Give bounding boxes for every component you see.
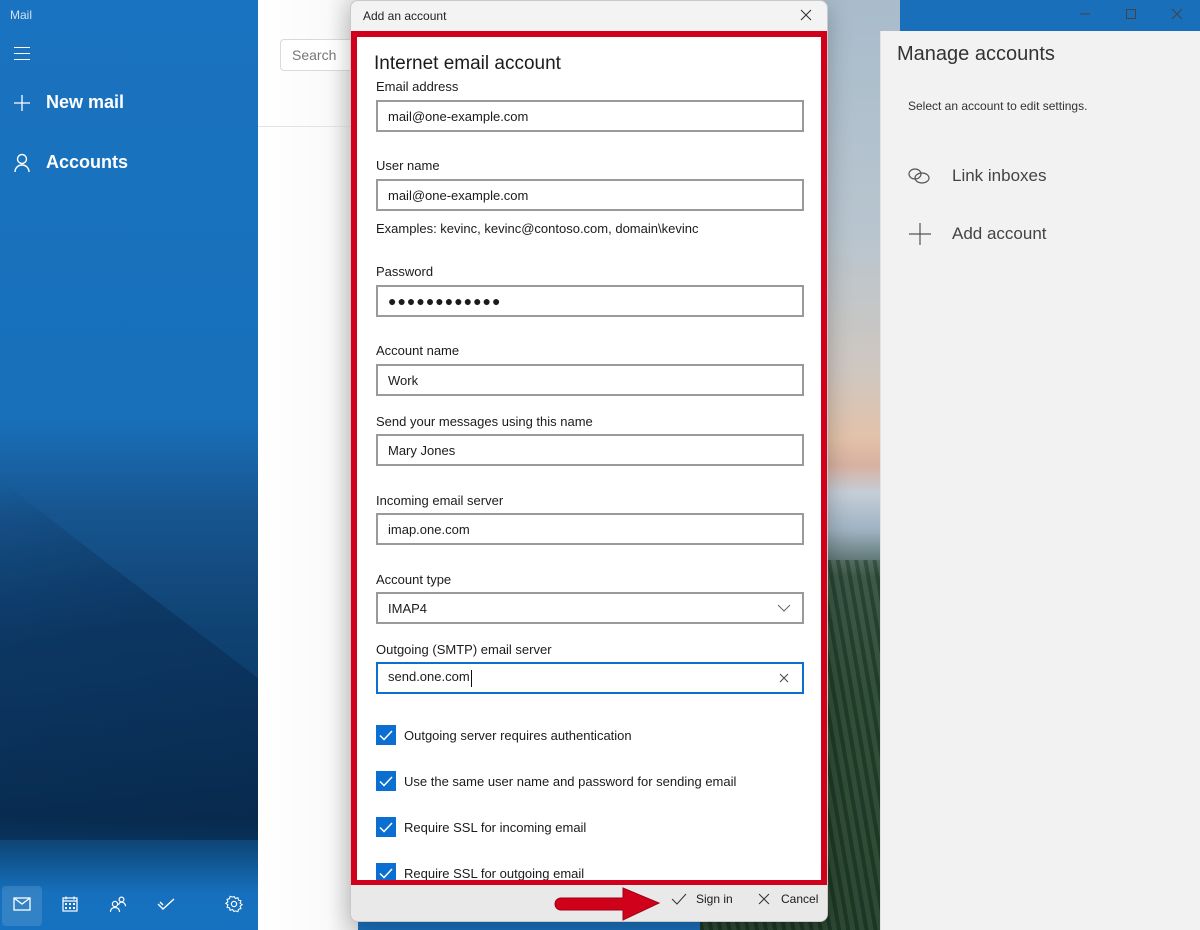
people-icon	[109, 895, 127, 917]
people-nav-button[interactable]	[98, 886, 138, 926]
calendar-nav-button[interactable]	[50, 886, 90, 926]
dialog-heading: Internet email account	[374, 53, 561, 74]
outgoing-server-field[interactable]: send.one.com	[376, 662, 804, 694]
window-close-button[interactable]	[1154, 0, 1200, 32]
username-value: mail@one-example.com	[388, 187, 529, 203]
username-hint: Examples: kevinc, kevinc@contoso.com, do…	[376, 221, 699, 236]
cancel-label: Cancel	[781, 892, 819, 906]
bottom-bar	[0, 886, 258, 926]
email-value: mail@one-example.com	[388, 108, 529, 124]
person-icon	[12, 153, 32, 173]
settings-nav-button[interactable]	[214, 886, 254, 926]
sign-in-label: Sign in	[696, 892, 733, 906]
sidebar: Mail New mail Accounts	[0, 0, 258, 930]
incoming-server-field[interactable]: imap.one.com	[376, 513, 804, 545]
password-value: ●●●●●●●●●●●●	[388, 293, 502, 309]
annotation-arrow-icon	[554, 887, 661, 921]
dialog-close-button[interactable]	[795, 7, 817, 27]
username-field[interactable]: mail@one-example.com	[376, 179, 804, 211]
outgoing-server-label: Outgoing (SMTP) email server	[376, 642, 552, 657]
minimize-icon	[1079, 7, 1091, 25]
accounts-button[interactable]: Accounts	[12, 152, 128, 173]
checkbox-checked-icon	[376, 771, 396, 791]
maximize-button[interactable]	[1108, 0, 1154, 32]
account-type-value: IMAP4	[388, 600, 428, 616]
add-account-label: Add account	[952, 224, 1047, 243]
account-name-value: Work	[388, 372, 419, 388]
sign-in-button[interactable]: Sign in	[671, 891, 733, 907]
hamburger-icon[interactable]	[14, 47, 30, 61]
mail-icon	[13, 896, 31, 916]
checkbox-ssl-incoming[interactable]: Require SSL for incoming email	[376, 817, 586, 837]
incoming-server-label: Incoming email server	[376, 493, 504, 508]
clear-field-icon[interactable]	[776, 670, 792, 686]
link-inboxes-label: Link inboxes	[952, 166, 1047, 185]
add-account-dialog: Add an account Internet email account Em…	[350, 0, 828, 922]
account-type-label: Account type	[376, 572, 452, 587]
calendar-icon	[62, 896, 78, 917]
account-name-label: Account name	[376, 343, 460, 358]
dialog-content: Internet email account Email address mai…	[351, 31, 827, 886]
close-icon	[800, 8, 812, 26]
checkbox-label: Outgoing server requires authentication	[404, 727, 632, 743]
manage-accounts-title: Manage accounts	[897, 43, 1055, 65]
plus-icon	[12, 93, 32, 113]
gear-icon	[224, 895, 244, 918]
link-icon	[907, 164, 933, 188]
mail-nav-button[interactable]	[2, 886, 42, 926]
minimize-button[interactable]	[1062, 0, 1108, 32]
checkbox-checked-icon	[376, 817, 396, 837]
account-type-select[interactable]: IMAP4	[376, 592, 804, 624]
checkmark-icon	[671, 891, 687, 907]
display-name-value: Mary Jones	[388, 442, 456, 458]
dialog-title: Add an account	[363, 9, 447, 23]
password-label: Password	[376, 264, 434, 279]
password-field[interactable]: ●●●●●●●●●●●●	[376, 285, 804, 317]
checkmark-icon	[157, 897, 175, 916]
checkbox-same-credentials[interactable]: Use the same user name and password for …	[376, 771, 736, 791]
email-label: Email address	[376, 79, 459, 94]
close-icon	[1171, 7, 1183, 25]
email-field[interactable]: mail@one-example.com	[376, 100, 804, 132]
link-inboxes-button[interactable]: Link inboxes	[907, 164, 1047, 188]
manage-accounts-subtitle: Select an account to edit settings.	[908, 99, 1088, 113]
cancel-button[interactable]: Cancel	[756, 891, 818, 907]
checkbox-checked-icon	[376, 863, 396, 880]
display-name-field[interactable]: Mary Jones	[376, 434, 804, 466]
plus-icon	[907, 222, 933, 246]
checkbox-label: Require SSL for outgoing email	[404, 865, 585, 881]
accounts-label: Accounts	[46, 152, 129, 172]
close-icon	[756, 891, 772, 907]
app-title: Mail	[10, 8, 33, 22]
checkbox-checked-icon	[376, 725, 396, 745]
account-name-field[interactable]: Work	[376, 364, 804, 396]
message-list-pane: Search	[258, 0, 370, 930]
manage-accounts-pane: Manage accounts Select an account to edi…	[880, 31, 1200, 930]
checkbox-label: Use the same user name and password for …	[404, 773, 737, 789]
new-mail-button[interactable]: New mail	[12, 92, 124, 113]
maximize-icon	[1125, 7, 1137, 25]
checkbox-ssl-outgoing[interactable]: Require SSL for outgoing email	[376, 863, 585, 881]
add-account-button[interactable]: Add account	[907, 222, 1047, 246]
username-label: User name	[376, 158, 440, 173]
divider	[258, 126, 358, 127]
text-caret	[470, 669, 472, 687]
incoming-server-value: imap.one.com	[388, 521, 470, 537]
checkbox-outgoing-auth[interactable]: Outgoing server requires authentication	[376, 725, 632, 745]
chevron-down-icon	[776, 600, 792, 616]
checkbox-label: Require SSL for incoming email	[404, 819, 587, 835]
display-name-label: Send your messages using this name	[376, 414, 593, 429]
new-mail-label: New mail	[46, 92, 125, 112]
todo-nav-button[interactable]	[146, 886, 186, 926]
outgoing-server-value: send.one.com	[388, 669, 470, 685]
